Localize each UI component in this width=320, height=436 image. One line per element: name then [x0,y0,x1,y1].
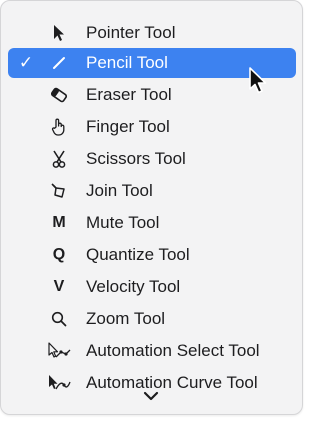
menu-item-quantize-tool[interactable]: Q Quantize Tool [8,240,296,270]
tool-menu: Pointer Tool ✓ Pencil Tool Eraser Tool F… [0,0,303,415]
mute-letter-icon: M [52,214,66,231]
eraser-icon [46,83,72,107]
menu-item-join-tool[interactable]: Join Tool [8,176,296,206]
chevron-down-icon[interactable] [142,389,160,403]
pointer-arrow-icon [46,21,72,45]
menu-item-velocity-tool[interactable]: V Velocity Tool [8,272,296,302]
menu-item-label: Velocity Tool [86,277,181,296]
menu-item-label: Finger Tool [86,117,170,136]
checkmark-icon: ✓ [18,53,34,72]
menu-item-mute-tool[interactable]: M Mute Tool [8,208,296,238]
menu-item-label: Automation Select Tool [86,341,260,360]
automation-curve-icon [46,371,72,395]
scissors-icon [46,147,72,171]
quantize-letter-icon: Q [52,246,66,263]
menu-item-label: Automation Curve Tool [86,373,258,392]
menu-item-scissors-tool[interactable]: Scissors Tool [8,144,296,174]
magnifier-icon [46,307,72,331]
mouse-cursor-icon [249,67,267,94]
menu-item-zoom-tool[interactable]: Zoom Tool [8,304,296,334]
automation-select-icon [46,339,72,363]
menu-item-label: Mute Tool [86,213,160,232]
menu-item-label: Join Tool [86,181,153,200]
velocity-letter-icon: V [53,278,65,295]
menu-item-automation-select-tool[interactable]: Automation Select Tool [8,336,296,366]
menu-item-label: Quantize Tool [86,245,190,264]
menu-item-label: Scissors Tool [86,149,186,168]
menu-item-label: Pointer Tool [86,23,176,42]
menu-item-label: Eraser Tool [86,85,172,104]
pencil-icon [46,51,72,75]
menu-item-label: Pencil Tool [86,53,168,72]
finger-hand-icon [46,115,72,139]
menu-item-pointer-tool[interactable]: Pointer Tool [8,18,296,48]
menu-item-label: Zoom Tool [86,309,166,328]
join-glue-icon [46,179,72,203]
menu-item-finger-tool[interactable]: Finger Tool [8,112,296,142]
